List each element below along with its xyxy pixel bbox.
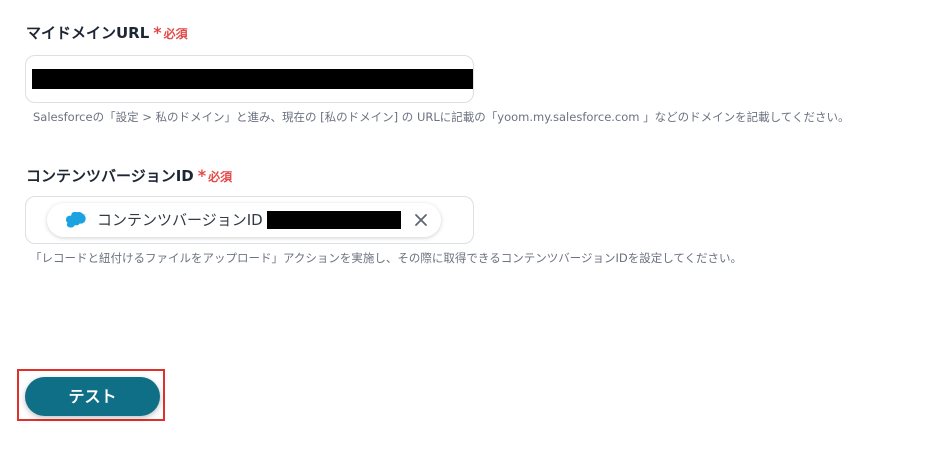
content-version-id-input[interactable]: コンテンツバージョンID: [25, 196, 474, 244]
chip-label: コンテンツバージョンID: [97, 211, 263, 229]
redacted-value: [267, 211, 401, 229]
required-badge: 必須: [208, 170, 233, 184]
required-badge: 必須: [163, 27, 188, 41]
domain-field-label-text: マイドメインURL: [26, 24, 150, 42]
domain-field-label: マイドメインURL * 必須: [26, 23, 188, 44]
version-field-help: 「レコードと紐付けるファイルをアップロード」アクションを実施し、その際に取得でき…: [30, 251, 743, 265]
variable-chip[interactable]: コンテンツバージョンID: [47, 203, 441, 237]
version-field-label: コンテンツバージョンID * 必須: [26, 166, 232, 187]
redacted-value: [32, 69, 473, 89]
domain-field-help: Salesforceの「設定 > 私のドメイン」と進み、現在の [私のドメイン]…: [33, 110, 850, 124]
close-icon[interactable]: [413, 212, 429, 228]
domain-url-input[interactable]: [25, 55, 474, 103]
version-field-label-text: コンテンツバージョンID: [26, 167, 194, 185]
required-asterisk: *: [153, 23, 162, 42]
test-button[interactable]: テスト: [25, 377, 160, 416]
required-asterisk: *: [197, 166, 207, 185]
salesforce-cloud-icon: [65, 212, 88, 228]
